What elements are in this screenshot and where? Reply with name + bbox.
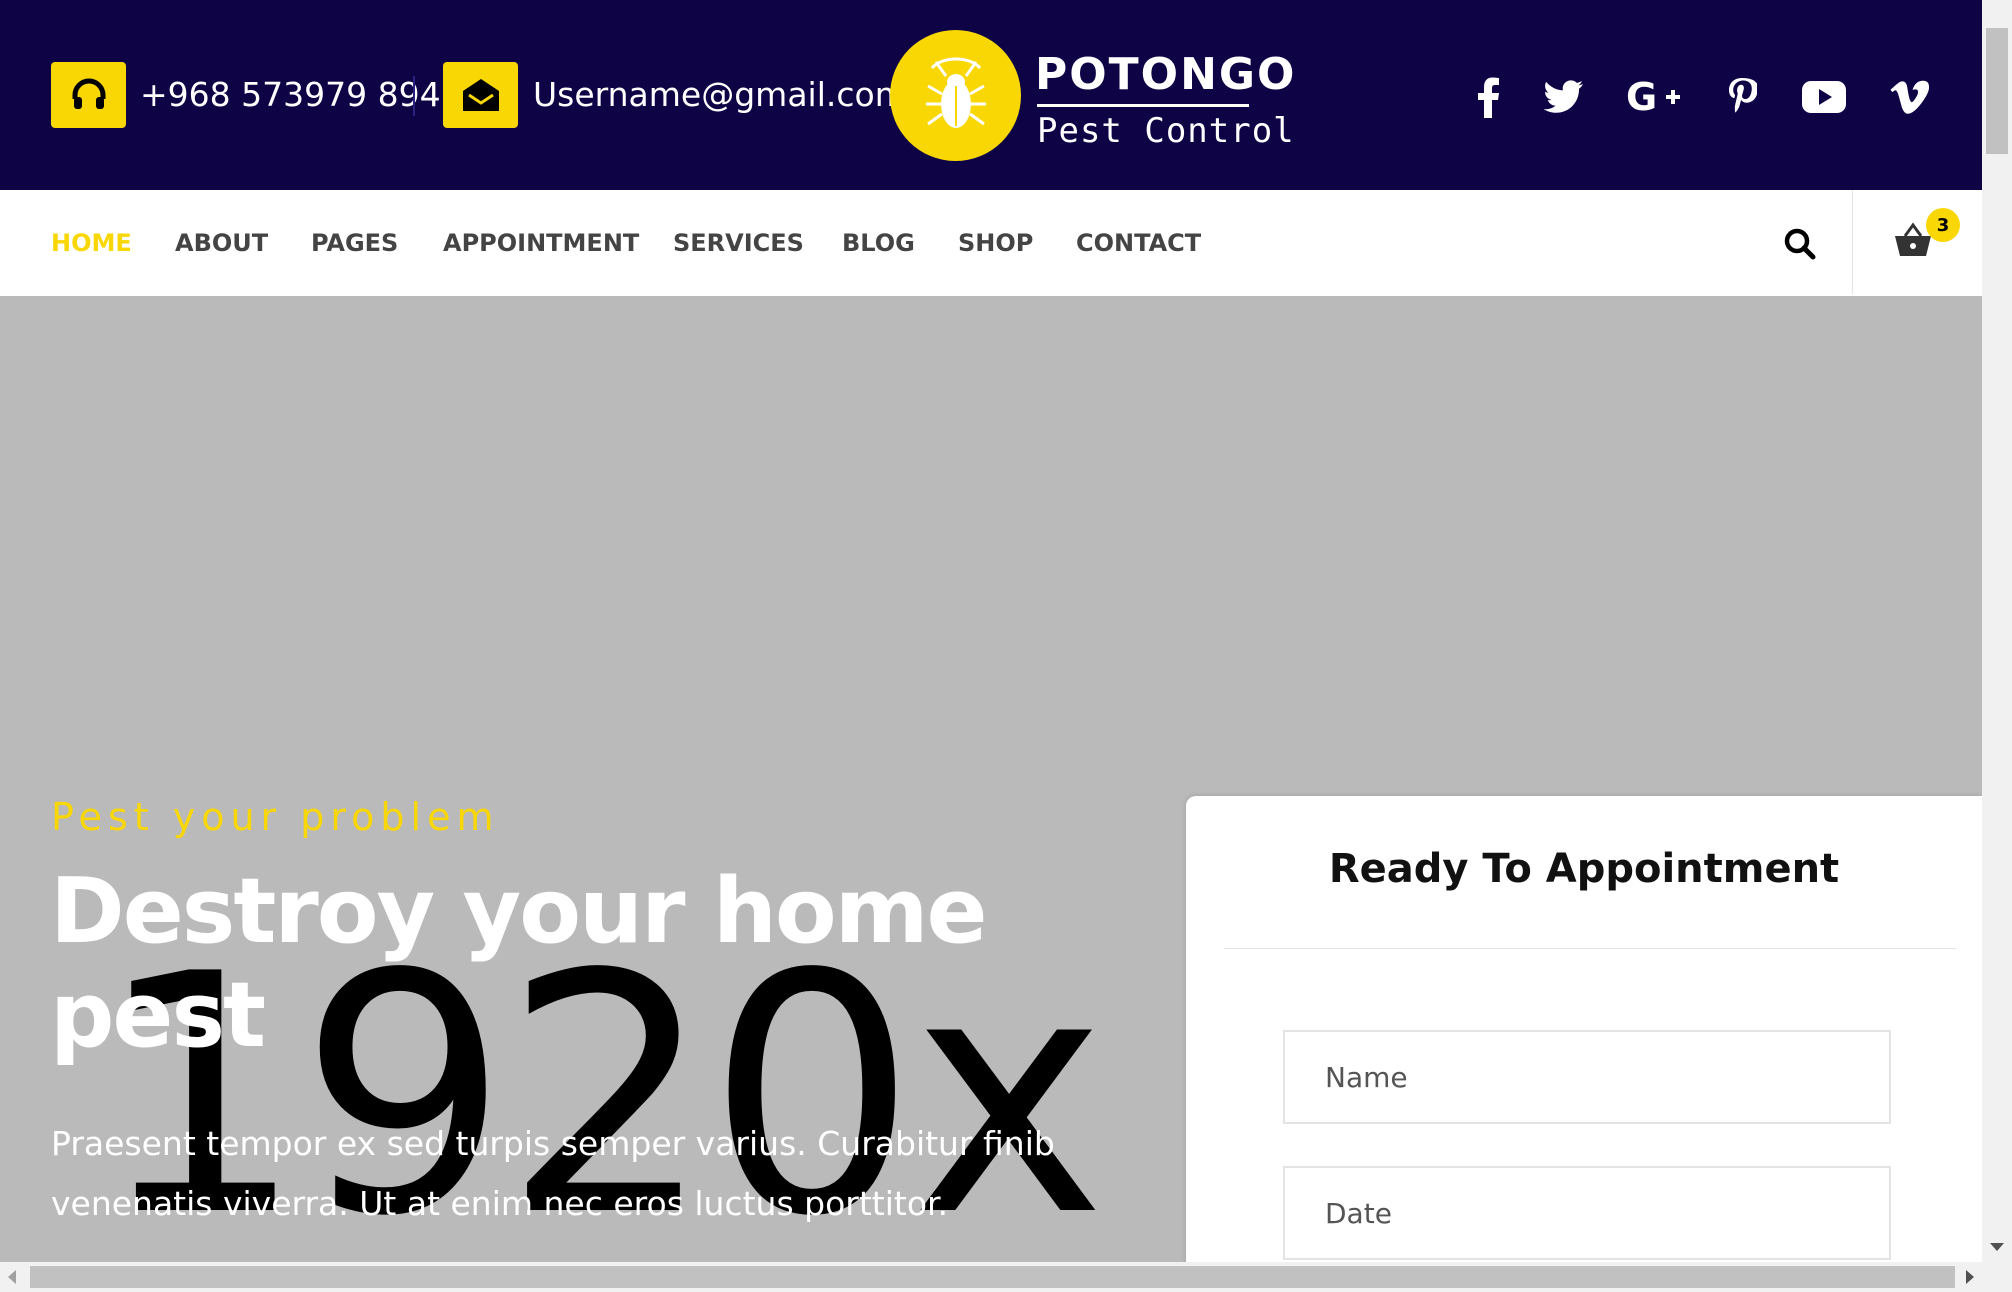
nav-item-home[interactable]: HOME [51,228,132,258]
google-plus-icon[interactable]: G [1624,72,1684,122]
contact-divider [413,76,415,116]
envelope-icon [462,79,499,111]
cart-count-badge: 3 [1926,208,1960,242]
logo-divider [1037,104,1249,107]
bug-logo-icon [925,57,986,128]
date-input[interactable] [1283,1166,1891,1260]
nav-item-pages[interactable]: PAGES [311,228,398,258]
scroll-down-arrow-icon[interactable] [1990,1243,2004,1251]
hero-description: Praesent tempor ex sed turpis semper var… [51,1124,1055,1223]
appointment-divider [1224,948,1956,949]
email-address[interactable]: Username@gmail.com [533,75,907,115]
twitter-icon[interactable] [1540,72,1588,122]
nav-separator [1852,190,1853,294]
horizontal-scrollbar-thumb[interactable] [30,1266,1955,1288]
hero-title: Destroy your home pest [50,859,988,1068]
vertical-scrollbar[interactable] [1982,0,2012,1262]
nav-item-shop[interactable]: SHOP [958,228,1033,258]
top-bar: +968 573979 894 Username@gmail.com POTON… [0,0,1982,190]
nav-item-contact[interactable]: CONTACT [1076,228,1201,258]
nav-item-appointment[interactable]: APPOINTMENT [443,228,639,258]
vertical-scrollbar-thumb[interactable] [1986,28,2008,154]
page: +968 573979 894 Username@gmail.com POTON… [0,0,1982,1262]
nav-item-services[interactable]: SERVICES [673,228,804,258]
main-nav: HOME ABOUT PAGES APPOINTMENT SERVICES BL… [0,190,1982,297]
appointment-card: Ready To Appointment [1186,796,1982,1262]
pinterest-icon[interactable] [1722,72,1762,122]
phone-number[interactable]: +968 573979 894 [140,75,441,115]
nav-item-blog[interactable]: BLOG [842,228,915,258]
search-icon[interactable] [1782,226,1818,262]
logo-mark[interactable] [890,30,1021,161]
name-input[interactable] [1283,1030,1891,1124]
logo-title[interactable]: POTONGO [1035,50,1296,100]
nav-item-about[interactable]: ABOUT [175,228,268,258]
scroll-right-arrow-icon[interactable] [1966,1270,1974,1284]
headset-icon [72,78,105,109]
youtube-icon[interactable] [1800,72,1848,122]
svg-text:G: G [1626,79,1657,115]
phone-icon-box [51,62,126,128]
facebook-icon[interactable] [1470,72,1506,122]
vimeo-icon[interactable] [1888,72,1932,122]
hero-kicker: Pest your problem [51,795,500,839]
appointment-title: Ready To Appointment [1328,846,1840,892]
scroll-left-arrow-icon[interactable] [8,1270,16,1284]
logo-subtitle[interactable]: Pest Control [1037,110,1295,152]
email-icon-box [443,62,518,128]
